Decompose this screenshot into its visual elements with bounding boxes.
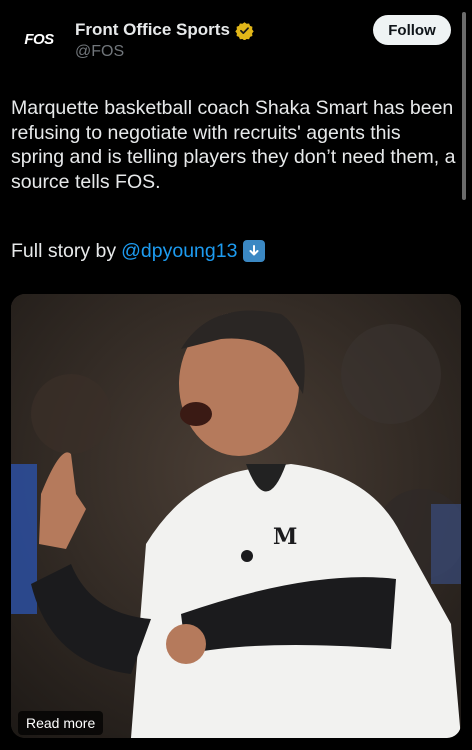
scrollbar[interactable] bbox=[462, 12, 466, 200]
svg-text:M: M bbox=[273, 524, 297, 550]
story-prefix: Full story by bbox=[11, 240, 117, 262]
follow-button[interactable]: Follow bbox=[373, 15, 451, 45]
down-arrow-emoji-icon bbox=[243, 240, 266, 262]
gold-check-badge-icon bbox=[235, 21, 254, 40]
account-handle[interactable]: @FOS bbox=[75, 43, 124, 61]
media-image[interactable]: M bbox=[11, 294, 461, 738]
read-more-button[interactable]: Read more bbox=[18, 711, 104, 735]
avatar-logo-text: FOS bbox=[24, 30, 54, 48]
tweet-header: FOS Front Office Sports @FOS Follow bbox=[0, 0, 472, 80]
name-row: Front Office Sports bbox=[75, 20, 254, 40]
full-story-line: Full story by @dpyoung13 bbox=[11, 238, 266, 264]
coach-photo: M bbox=[11, 294, 461, 738]
tweet-text: Marquette basketball coach Shaka Smart h… bbox=[11, 97, 456, 193]
account-name[interactable]: Front Office Sports bbox=[75, 20, 230, 40]
mention-link[interactable]: @dpyoung13 bbox=[121, 238, 237, 264]
avatar[interactable]: FOS bbox=[14, 14, 64, 64]
